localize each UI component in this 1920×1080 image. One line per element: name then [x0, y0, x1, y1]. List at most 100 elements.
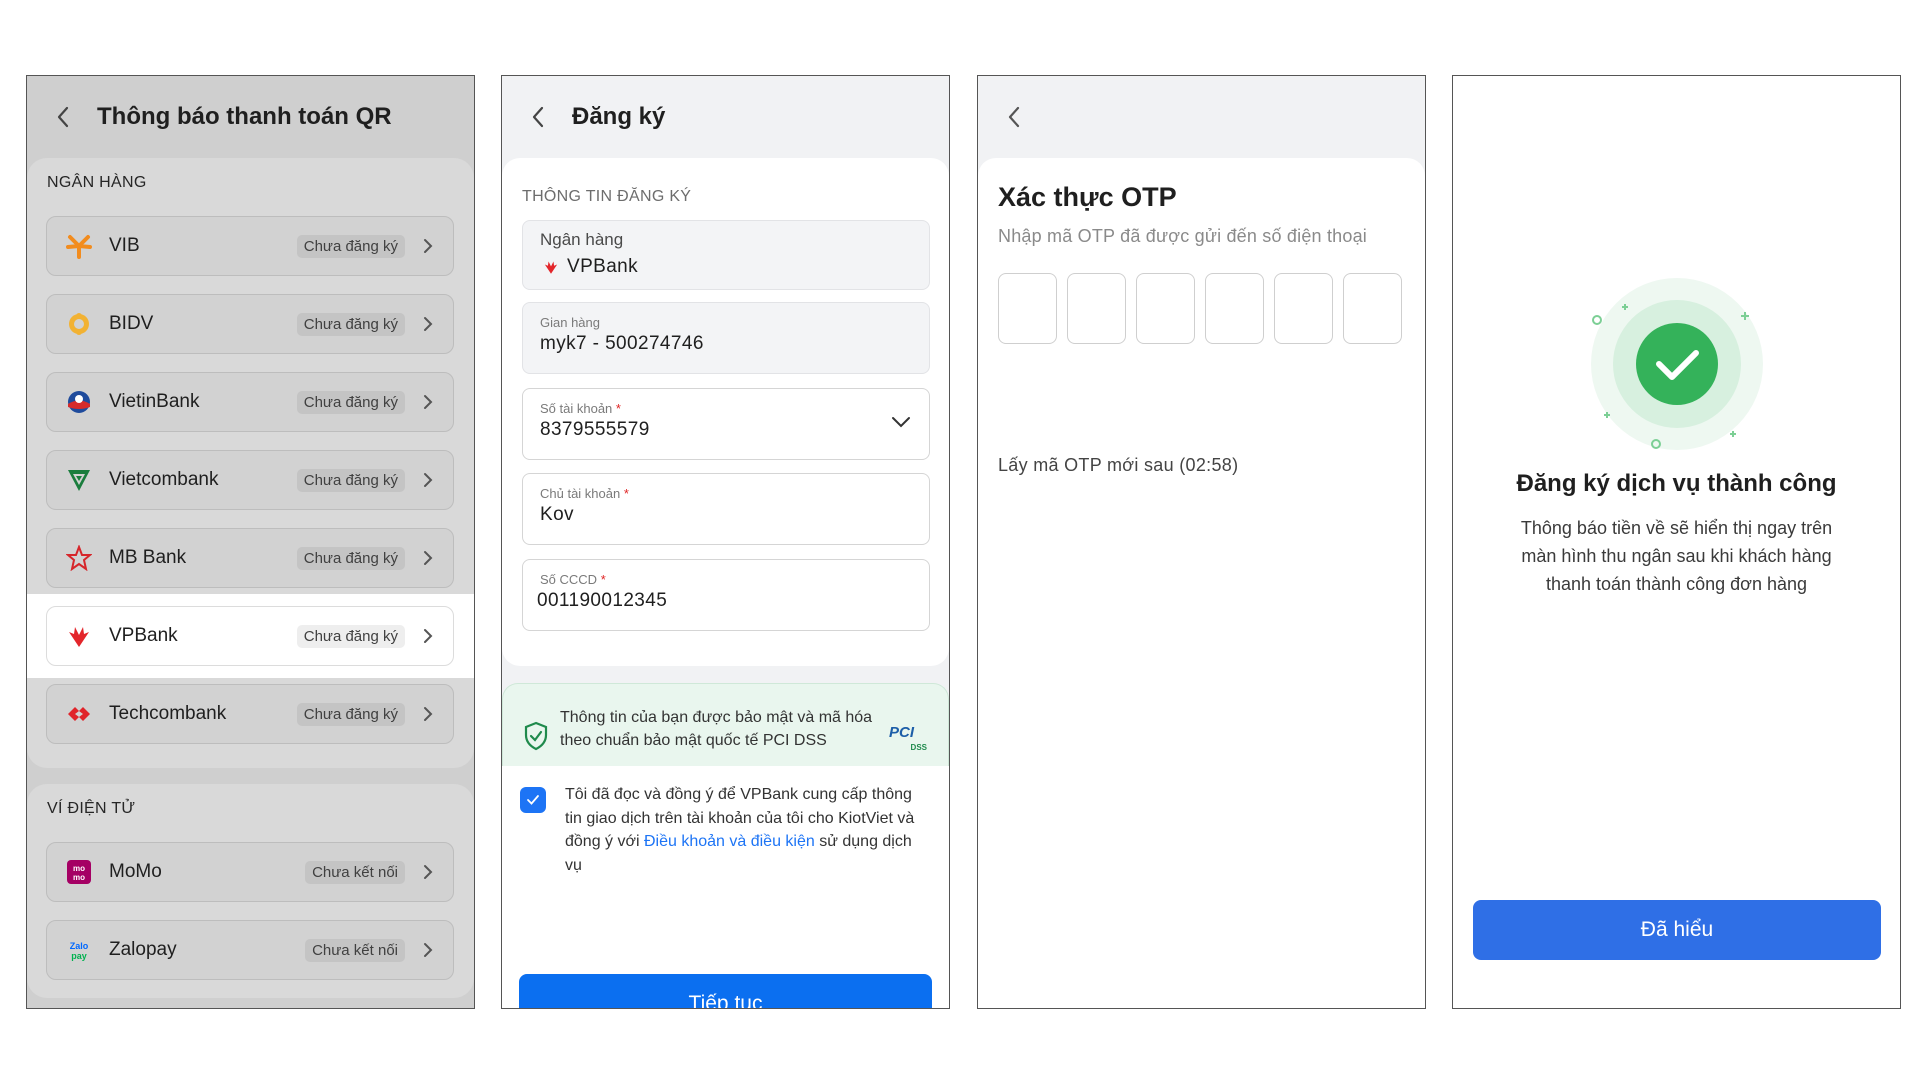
bank-name: VietinBank [109, 391, 200, 412]
check-icon [527, 795, 539, 805]
status-badge: Chưa kết nối [305, 860, 405, 884]
wallet-row-momo[interactable]: mo mo MoMo Chưa kết nối [46, 842, 454, 902]
svg-text:Zalo: Zalo [70, 941, 89, 951]
otp-digit-input[interactable] [1274, 273, 1333, 344]
header: Đăng ký [502, 76, 949, 158]
bank-row-bidv[interactable]: BIDV Chưa đăng ký [46, 294, 454, 354]
chevron-right-icon [424, 943, 433, 957]
bank-row-vietinbank[interactable]: VietinBank Chưa đăng ký [46, 372, 454, 432]
svg-text:mo: mo [73, 864, 85, 873]
bank-name: VIB [109, 235, 140, 256]
screen-registration: Đăng ký THÔNG TIN ĐĂNG KÝ Ngân hàng VPBa… [501, 75, 950, 1009]
bank-name: Vietcombank [109, 469, 219, 490]
otp-digit-input[interactable] [998, 273, 1057, 344]
header [978, 76, 1425, 158]
bank-row-vietcombank[interactable]: Vietcombank Chưa đăng ký [46, 450, 454, 510]
wallet-row-zalopay[interactable]: Zalo pay Zalopay Chưa kết nối [46, 920, 454, 980]
field-label: Gian hàng [540, 315, 600, 330]
bank-row-vib[interactable]: VIB Chưa đăng ký [46, 216, 454, 276]
otp-digit-input[interactable] [1136, 273, 1195, 344]
shield-check-icon [524, 721, 548, 751]
vietcombank-logo-icon [65, 466, 93, 494]
bank-field: Ngân hàng VPBank [522, 220, 930, 290]
field-value: myk7 - 500274746 [540, 333, 704, 354]
bank-name: BIDV [109, 313, 154, 334]
status-badge: Chưa đăng ký [296, 702, 405, 726]
holder-field[interactable]: Chủ tài khoản * Kov [522, 473, 930, 545]
bank-row-techcombank[interactable]: Techcombank Chưa đăng ký [46, 684, 454, 744]
vpbank-logo-icon [544, 261, 558, 274]
zalopay-logo-icon: Zalo pay [65, 936, 93, 964]
success-illustration [1579, 266, 1775, 462]
chevron-right-icon [424, 629, 433, 643]
id-number-field[interactable]: Số CCCD * 001190012345 [522, 559, 930, 631]
field-label: Chủ tài khoản * [540, 486, 629, 501]
otp-body: Xác thực OTP Nhập mã OTP đã được gửi đến… [978, 158, 1425, 1008]
chevron-right-icon [424, 395, 433, 409]
chevron-right-icon [424, 551, 433, 565]
techcombank-logo-icon [65, 700, 93, 728]
page-title: Đăng ký [572, 103, 666, 130]
pci-dss-badge: PCI DSS [889, 724, 927, 752]
vietinbank-logo-icon [65, 388, 93, 416]
otp-digit-input[interactable] [1343, 273, 1402, 344]
consent-section: Tôi đã đọc và đồng ý để VPBank cung cấp … [502, 766, 949, 1008]
back-button[interactable] [1000, 103, 1028, 131]
bank-name: Techcombank [109, 703, 227, 724]
status-badge: Chưa kết nối [305, 938, 405, 962]
vib-logo-icon [65, 232, 93, 260]
field-label: Ngân hàng [540, 230, 624, 249]
bidv-logo-icon [65, 310, 93, 338]
chevron-left-icon [1008, 106, 1020, 128]
chevron-right-icon [424, 239, 433, 253]
mbbank-logo-icon [65, 544, 93, 572]
otp-digit-input[interactable] [1067, 273, 1126, 344]
page-title: Thông báo thanh toán QR [97, 103, 392, 130]
screen-otp: Xác thực OTP Nhập mã OTP đã được gửi đến… [977, 75, 1426, 1009]
screen-success: Đăng ký dịch vụ thành công Thông báo tiề… [1452, 75, 1901, 1009]
security-text: Thông tin của bạn được bảo mật và mã hóa… [560, 709, 873, 749]
bank-row-mbbank[interactable]: MB Bank Chưa đăng ký [46, 528, 454, 588]
chevron-down-icon [892, 417, 910, 428]
consent-text: Tôi đã đọc và đồng ý để VPBank cung cấp … [565, 786, 915, 874]
status-badge: Chưa đăng ký [296, 234, 405, 258]
consent-checkbox[interactable] [520, 787, 546, 813]
success-check-icon [1591, 278, 1763, 450]
svg-text:pay: pay [71, 951, 87, 961]
otp-subtitle: Nhập mã OTP đã được gửi đến số điện thoạ… [998, 226, 1367, 246]
bank-name: VPBank [109, 625, 178, 646]
chevron-right-icon [424, 865, 433, 879]
svg-text:mo: mo [73, 873, 85, 882]
wallet-name: Zalopay [109, 939, 177, 960]
chevron-left-icon [532, 106, 544, 128]
terms-link[interactable]: Điều khoản và điều kiện [644, 833, 815, 850]
field-value: VPBank [567, 256, 639, 277]
success-description: Thông báo tiền về sẽ hiển thị ngay trên … [1520, 518, 1833, 594]
otp-digit-input[interactable] [1205, 273, 1264, 344]
banks-section-title: NGÂN HÀNG [47, 174, 147, 191]
bank-row-vpbank[interactable]: VPBank Chưa đăng ký [46, 606, 454, 666]
continue-button[interactable]: Tiếp tục [519, 974, 932, 1008]
momo-logo-icon: mo mo [65, 858, 93, 886]
form-section-title: THÔNG TIN ĐĂNG KÝ [522, 188, 692, 205]
status-badge: Chưa đăng ký [296, 390, 405, 414]
status-badge: Chưa đăng ký [296, 312, 405, 336]
back-button[interactable] [49, 103, 77, 131]
field-value: Kov [540, 504, 574, 525]
resend-countdown: Lấy mã OTP mới sau (02:58) [998, 455, 1239, 475]
wallets-section-title: VÍ ĐIỆN TỬ [47, 800, 136, 817]
account-select[interactable]: Số tài khoản * 8379555579 [522, 388, 930, 460]
chevron-right-icon [424, 473, 433, 487]
store-field: Gian hàng myk7 - 500274746 [522, 302, 930, 374]
understood-button[interactable]: Đã hiểu [1473, 900, 1881, 960]
field-label: Số CCCD * [540, 572, 606, 587]
chevron-right-icon [424, 317, 433, 331]
page-title: Xác thực OTP [998, 182, 1177, 212]
header: Thông báo thanh toán QR [27, 76, 474, 158]
back-button[interactable] [524, 103, 552, 131]
security-notice: Thông tin của bạn được bảo mật và mã hóa… [502, 683, 949, 773]
status-badge: Chưa đăng ký [296, 624, 405, 648]
success-title: Đăng ký dịch vụ thành công [1516, 470, 1837, 497]
vpbank-logo-icon [65, 622, 93, 650]
chevron-left-icon [57, 106, 69, 128]
